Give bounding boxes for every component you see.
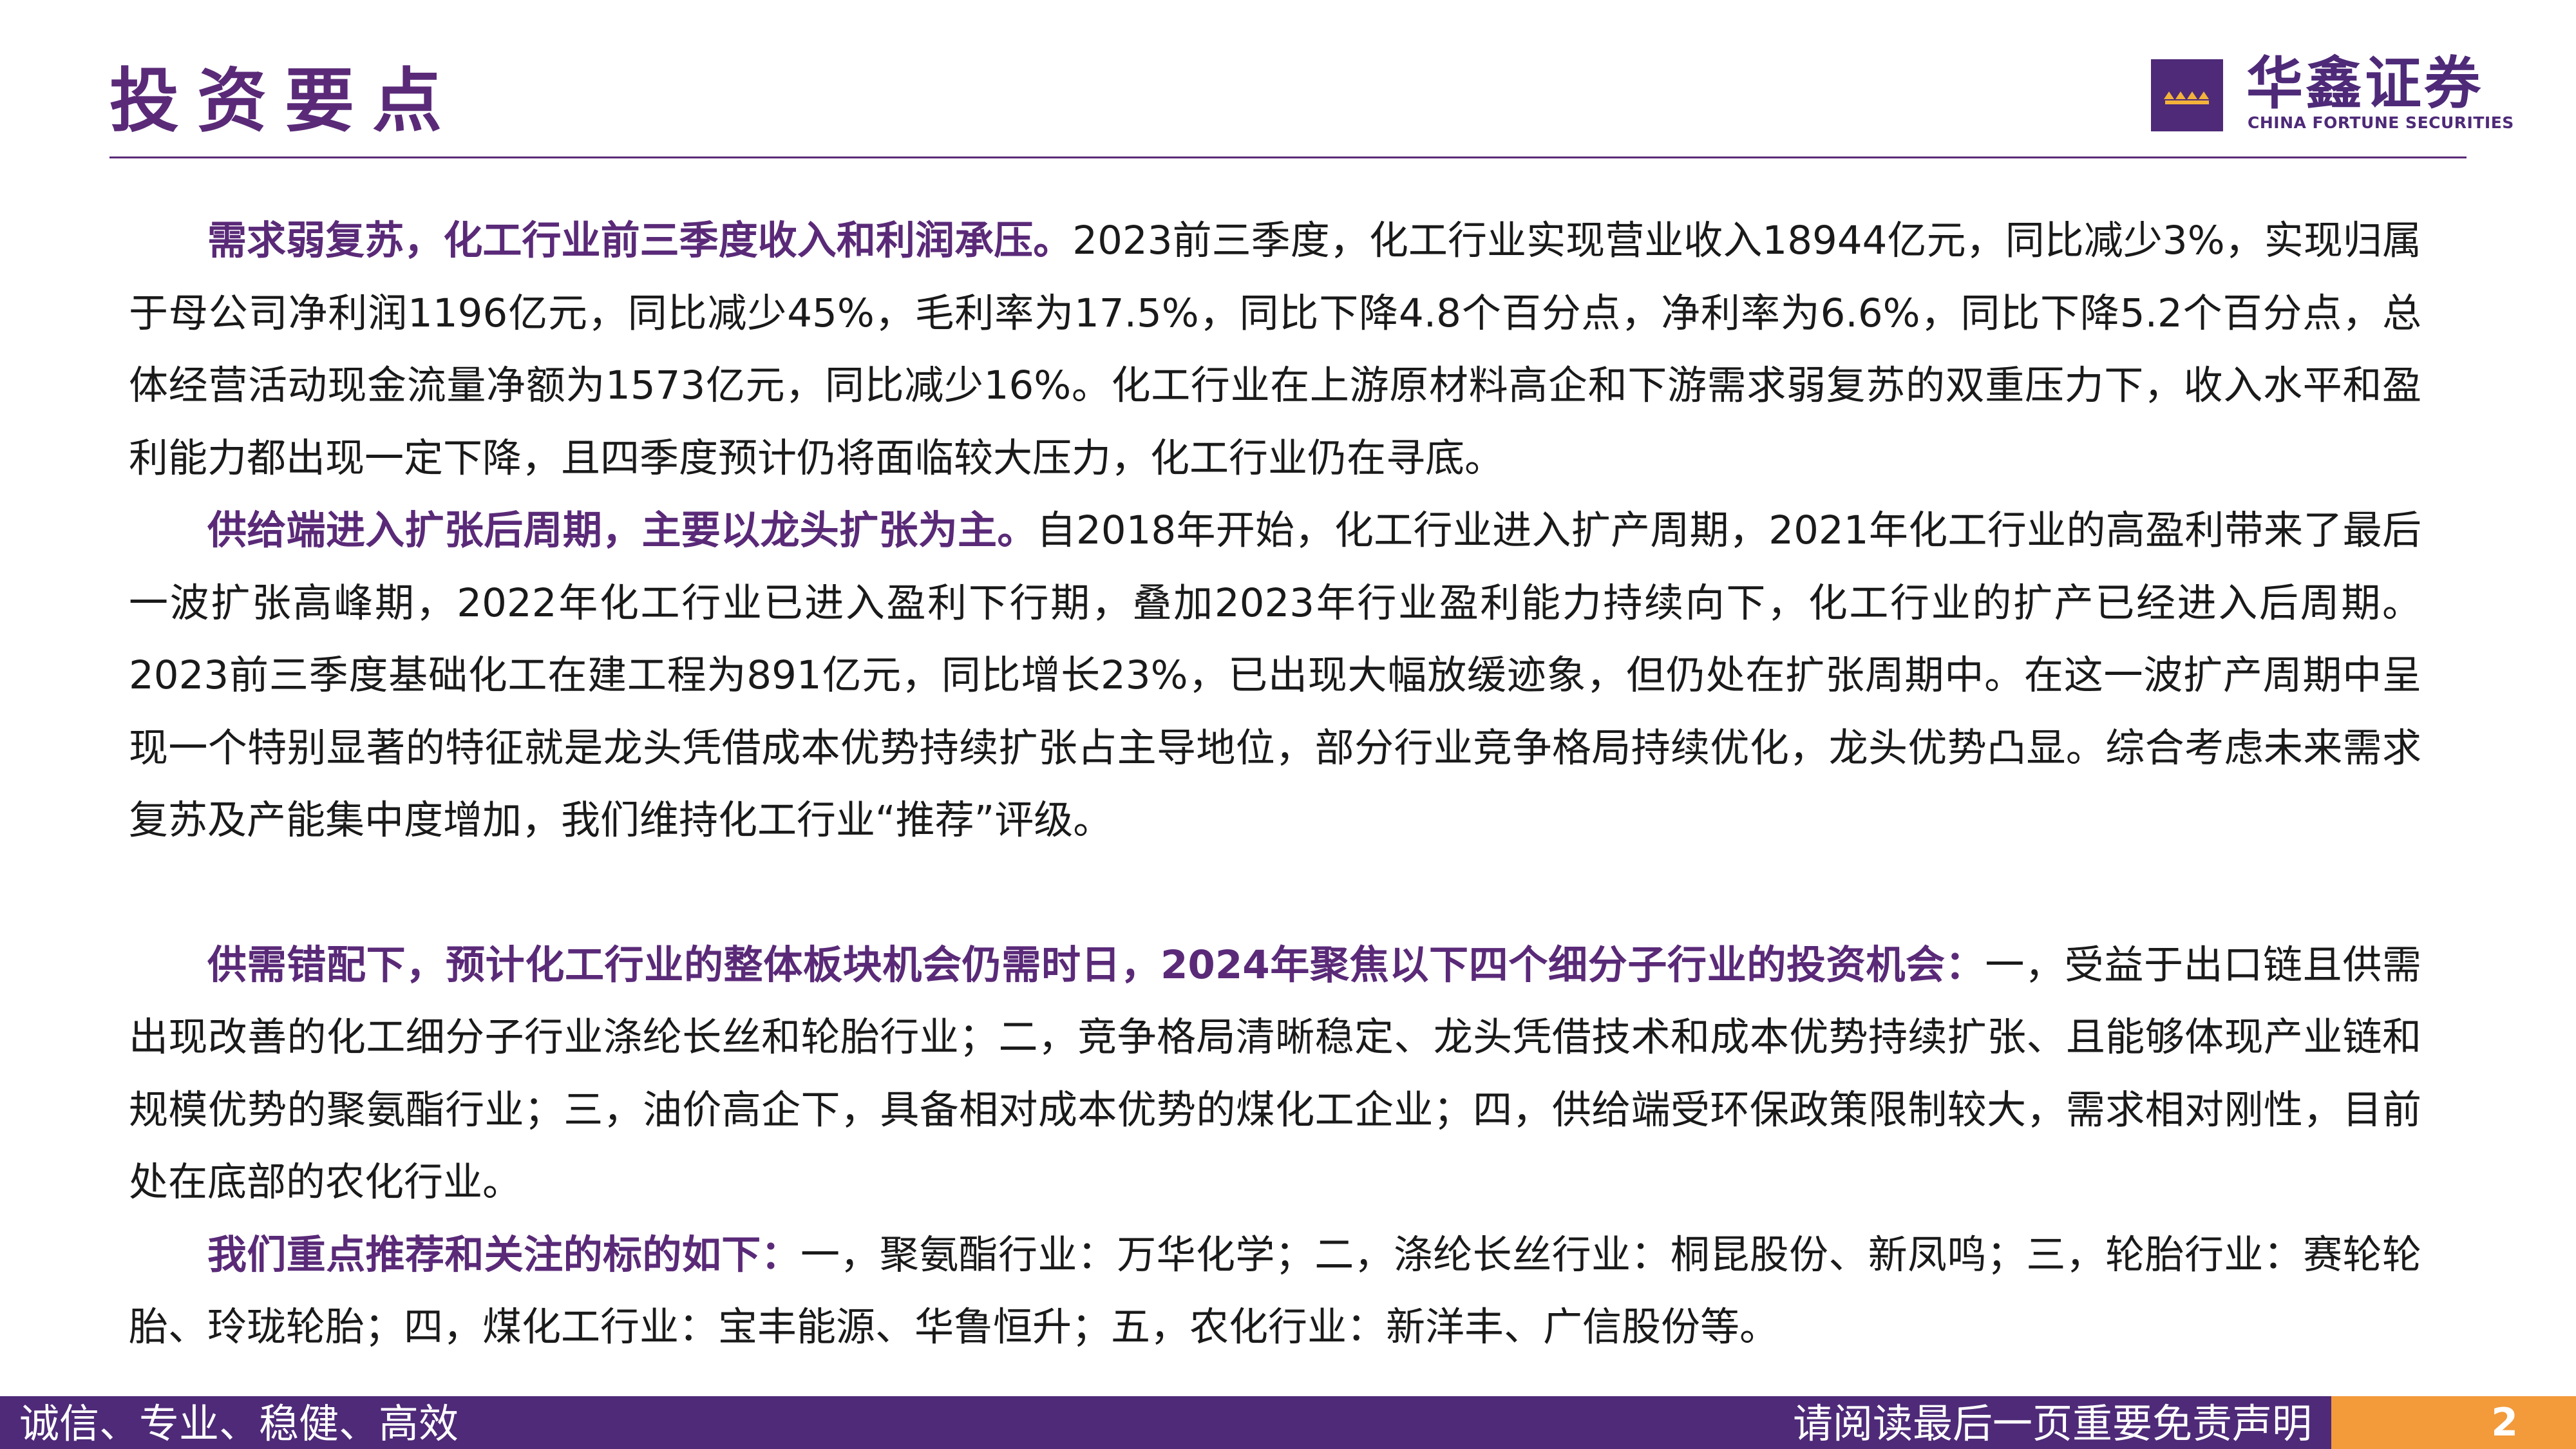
paragraph-lead: 供给端进入扩张后周期，主要以龙头扩张为主。 — [207, 507, 1037, 553]
paragraph-lead: 需求弱复苏，化工行业前三季度收入和利润承压。 — [207, 218, 1073, 263]
paragraph-lead: 我们重点推荐和关注的标的如下： — [207, 1231, 800, 1278]
footer-main-band: 诚信、专业、稳健、高效 请阅读最后一页重要免责声明 — [0, 1396, 2331, 1449]
page-title: 投资要点 — [109, 61, 460, 142]
paragraph-supply: 供给端进入扩张后周期，主要以龙头扩张为主。自2018年开始，化工行业进入扩产周期… — [129, 495, 2421, 857]
paragraph-demand: 需求弱复苏，化工行业前三季度收入和利润承压。2023前三季度，化工行业实现营业收… — [129, 205, 2421, 495]
page-number: 2 — [2491, 1400, 2518, 1445]
paragraph-lead: 供需错配下，预计化工行业的整体板块机会仍需时日，2024年聚焦以下四个细分子行业… — [207, 942, 1985, 988]
footer-bar: 诚信、专业、稳健、高效 请阅读最后一页重要免责声明 2 — [0, 1396, 2576, 1449]
main-content: 需求弱复苏，化工行业前三季度收入和利润承压。2023前三季度，化工行业实现营业收… — [129, 205, 2421, 1364]
footer-disclaimer: 请阅读最后一页重要免责声明 — [1792, 1400, 2312, 1447]
paragraph-opportunities: 供需错配下，预计化工行业的整体板块机会仍需时日，2024年聚焦以下四个细分子行业… — [129, 929, 2421, 1219]
paragraph-recommendations: 我们重点推荐和关注的标的如下：一，聚氨酯行业：万华化学；二，涤纶长丝行业：桐昆股… — [129, 1219, 2421, 1364]
logo-emblem-icon — [2151, 59, 2223, 131]
paragraph-body: 自2018年开始，化工行业进入扩产周期，2021年化工行业的高盈利带来了最后一波… — [129, 507, 2421, 843]
footer-slogan: 诚信、专业、稳健、高效 — [19, 1400, 459, 1447]
logo-chinese-name: 华鑫证券 — [2246, 50, 2484, 117]
footer-page-band: 2 — [2331, 1396, 2576, 1449]
header-divider — [109, 156, 2467, 158]
logo-english-name: CHINA FORTUNE SECURITIES — [2248, 113, 2514, 132]
company-logo: 华鑫证券 CHINA FORTUNE SECURITIES — [2151, 52, 2514, 135]
